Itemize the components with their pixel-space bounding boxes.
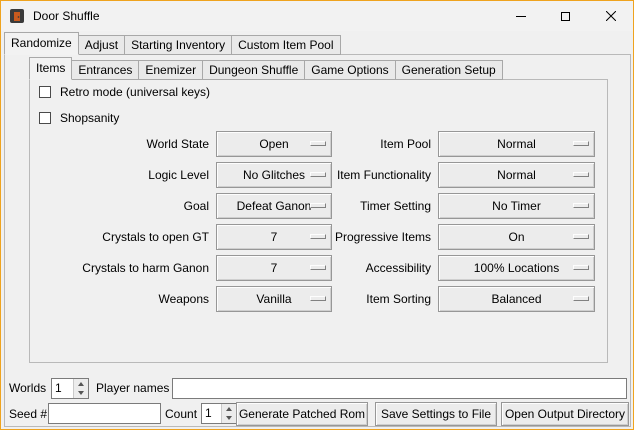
dropdown-indicator-icon	[573, 172, 589, 177]
spin-up-arrow[interactable]	[222, 404, 236, 414]
main-tab-bar: Randomize Adjust Starting Inventory Cust…	[4, 32, 340, 55]
world-state-label: World State	[31, 131, 209, 157]
worlds-label: Worlds	[9, 378, 46, 398]
checkbox-icon	[39, 112, 51, 124]
tab-enemizer[interactable]: Enemizer	[138, 60, 203, 80]
weapons-label: Weapons	[31, 286, 209, 312]
close-button[interactable]	[588, 1, 633, 31]
seed-input[interactable]	[48, 403, 161, 424]
timer-setting-dropdown[interactable]: No Timer	[438, 193, 595, 219]
minimize-button[interactable]	[498, 1, 543, 31]
tab-custom-item-pool[interactable]: Custom Item Pool	[231, 35, 340, 55]
app-icon	[9, 8, 25, 24]
item-sorting-dropdown[interactable]: Balanced	[438, 286, 595, 312]
close-icon	[606, 11, 616, 21]
open-output-directory-button[interactable]: Open Output Directory	[501, 402, 629, 426]
minimize-icon	[516, 16, 526, 17]
door-shuffle-window: Door Shuffle Randomize Adjust Starting I…	[0, 0, 634, 430]
item-pool-dropdown[interactable]: Normal	[438, 131, 595, 157]
progressive-items-label: Progressive Items	[291, 224, 431, 250]
tab-generation-setup[interactable]: Generation Setup	[395, 60, 503, 80]
tab-entrances[interactable]: Entrances	[71, 60, 139, 80]
count-label: Count	[165, 404, 197, 424]
maximize-icon	[561, 12, 570, 21]
logic-level-label: Logic Level	[31, 162, 209, 188]
dropdown-indicator-icon	[573, 234, 589, 239]
spin-down-arrow[interactable]	[222, 414, 236, 424]
timer-setting-label: Timer Setting	[291, 193, 431, 219]
checkbox-icon	[39, 86, 51, 98]
window-title: Door Shuffle	[33, 9, 100, 23]
inner-tab-bar: Items Entrances Enemizer Dungeon Shuffle…	[29, 57, 502, 80]
save-settings-button[interactable]: Save Settings to File	[375, 402, 497, 426]
accessibility-dropdown[interactable]: 100% Locations	[438, 255, 595, 281]
progressive-items-dropdown[interactable]: On	[438, 224, 595, 250]
dropdown-indicator-icon	[573, 141, 589, 146]
spin-down-arrow[interactable]	[74, 389, 88, 399]
shopsanity-checkbox[interactable]: Shopsanity	[39, 111, 119, 125]
generate-patched-rom-button[interactable]: Generate Patched Rom	[236, 402, 368, 426]
seed-label: Seed #	[9, 404, 47, 424]
accessibility-label: Accessibility	[291, 255, 431, 281]
item-pool-label: Item Pool	[291, 131, 431, 157]
dropdown-indicator-icon	[573, 203, 589, 208]
player-names-label: Player names	[96, 378, 169, 398]
retro-mode-checkbox[interactable]: Retro mode (universal keys)	[39, 85, 210, 99]
worlds-spinbox[interactable]: 1	[51, 378, 89, 399]
count-spinbox[interactable]: 1	[201, 403, 237, 424]
tab-randomize[interactable]: Randomize	[4, 32, 79, 55]
crystals-open-gt-label: Crystals to open GT	[31, 224, 209, 250]
item-sorting-label: Item Sorting	[291, 286, 431, 312]
dropdown-indicator-icon	[573, 296, 589, 301]
maximize-button[interactable]	[543, 1, 588, 31]
tab-items[interactable]: Items	[29, 57, 72, 80]
goal-label: Goal	[31, 193, 209, 219]
tab-dungeon-shuffle[interactable]: Dungeon Shuffle	[202, 60, 305, 80]
tab-game-options[interactable]: Game Options	[304, 60, 395, 80]
dropdown-indicator-icon	[573, 265, 589, 270]
tab-starting-inventory[interactable]: Starting Inventory	[124, 35, 232, 55]
item-functionality-dropdown[interactable]: Normal	[438, 162, 595, 188]
item-functionality-label: Item Functionality	[291, 162, 431, 188]
crystals-harm-ganon-label: Crystals to harm Ganon	[31, 255, 209, 281]
tab-adjust[interactable]: Adjust	[78, 35, 125, 55]
player-names-input[interactable]	[172, 378, 627, 399]
spin-up-arrow[interactable]	[74, 379, 88, 389]
